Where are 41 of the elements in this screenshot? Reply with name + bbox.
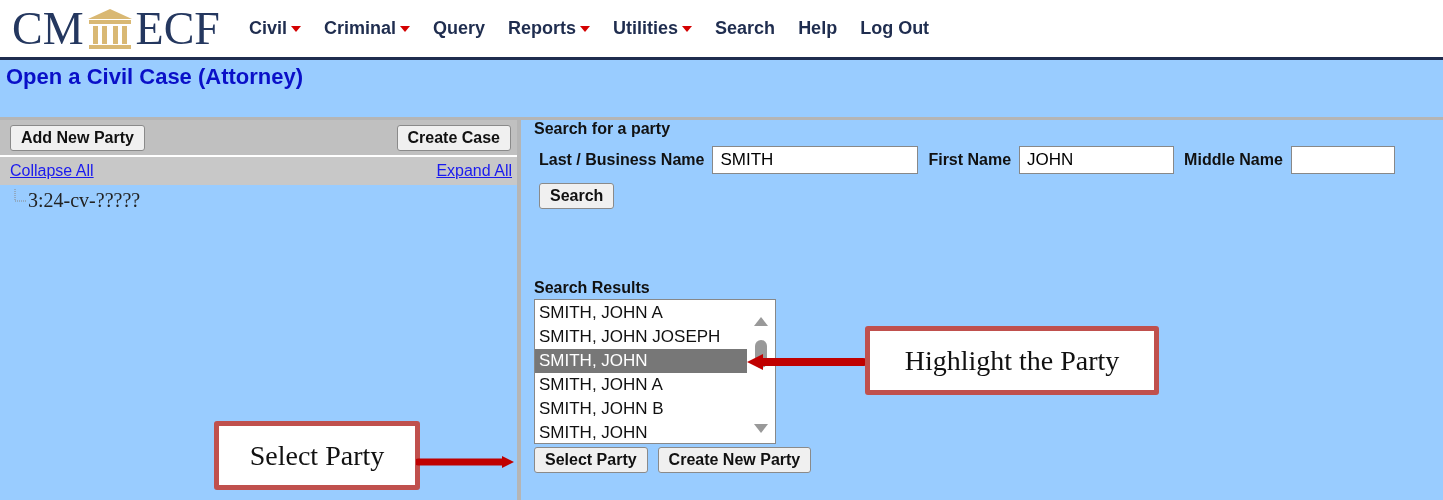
result-option[interactable]: SMITH, JOHN JOSEPH [535, 325, 747, 349]
results-listbox[interactable]: SMITH, JOHN A SMITH, JOHN JOSEPH SMITH, JOHN SMITH, JOHN A SMITH, JOHN B SMITH, JOHN [534, 299, 776, 444]
field-label: Middle Name [1184, 151, 1283, 169]
result-option[interactable]: SMITH, JOHN [535, 421, 747, 445]
input-field[interactable]: JOHN [1019, 146, 1175, 174]
field-label: First Name [928, 151, 1012, 169]
field-label: Last / Business Name [539, 151, 705, 169]
callout-box: Highlight the Party [865, 326, 1159, 395]
menu-item[interactable]: Help [789, 18, 852, 39]
tree-connector [14, 189, 28, 203]
tree-node[interactable]: 3:24-cv-????? [28, 189, 141, 212]
result-option[interactable]: SMITH, JOHN [535, 349, 747, 373]
menu-item[interactable]: Query [424, 18, 500, 39]
action-button[interactable]: Create New Party [657, 447, 812, 473]
input-field[interactable] [1290, 146, 1395, 174]
toolbar-button[interactable]: Add New Party [10, 124, 145, 151]
caret-icon [291, 25, 301, 32]
logo-text: CM [12, 5, 84, 52]
page-title: Open a Civil Case (Attorney) [6, 64, 304, 90]
section-heading: Search for a party [534, 120, 671, 138]
toolbar-button[interactable]: Create Case [396, 124, 511, 151]
menu-item[interactable]: Reports [499, 18, 605, 39]
menu-item[interactable]: Log Out [851, 18, 944, 39]
result-option[interactable]: SMITH, JOHN A [535, 373, 747, 397]
action-button[interactable]: Select Party [534, 447, 648, 473]
logo-text: ECF [135, 5, 220, 52]
tree-link[interactable]: Collapse All [10, 162, 94, 180]
callout-box: Select Party [214, 421, 420, 490]
search-button[interactable]: Search [539, 183, 615, 209]
menu-item[interactable]: Civil [239, 18, 315, 39]
caret-icon [682, 25, 693, 32]
tree-link[interactable]: Expand All [436, 162, 512, 180]
caret-icon [580, 25, 591, 32]
caret-icon [400, 25, 410, 32]
input-field[interactable]: SMITH [712, 146, 919, 174]
result-option[interactable]: SMITH, JOHN B [535, 397, 747, 421]
menu-item[interactable]: Criminal [315, 18, 424, 39]
section-heading: Search Results [534, 279, 650, 297]
result-option[interactable]: SMITH, JOHN A [535, 301, 747, 325]
menu-item[interactable]: Search [706, 18, 790, 39]
menu-item[interactable]: Utilities [604, 18, 707, 39]
